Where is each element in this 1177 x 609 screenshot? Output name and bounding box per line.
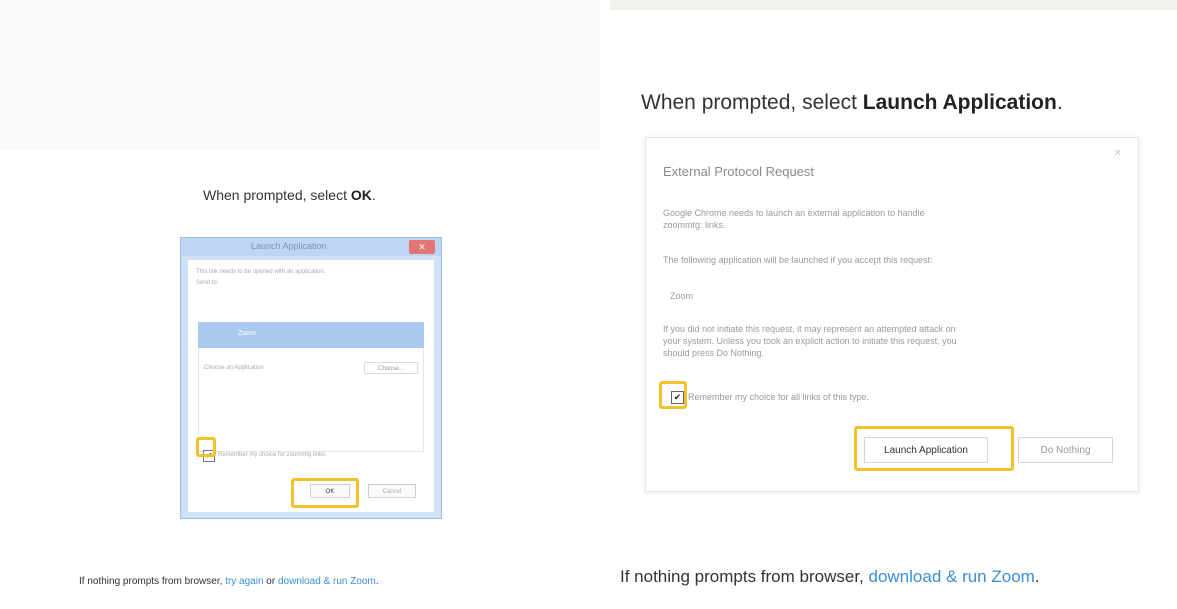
left-footer-or: or bbox=[263, 576, 278, 587]
ok-button-highlight bbox=[291, 478, 359, 508]
app-name: Zoom bbox=[670, 291, 694, 301]
choose-application-label: Choose an Application bbox=[204, 365, 264, 371]
close-icon[interactable]: ✕ bbox=[1114, 148, 1122, 159]
try-again-link[interactable]: try again bbox=[225, 576, 263, 587]
dialog-description: This link needs to be opened with an app… bbox=[196, 269, 326, 275]
do-nothing-button[interactable]: Do Nothing bbox=[1018, 437, 1113, 463]
right-download-link[interactable]: download & run Zoom bbox=[869, 567, 1035, 586]
left-instruction-bold: OK bbox=[350, 187, 372, 203]
left-instruction-suffix: . bbox=[371, 187, 376, 203]
warning-line-3: should press Do Nothing. bbox=[663, 348, 765, 358]
remember-label: Remember my choice for all links of this… bbox=[688, 392, 870, 402]
choose-button[interactable]: Choose... bbox=[364, 362, 418, 374]
dialog-line-2: zoommtg: links. bbox=[663, 220, 726, 230]
remember-checkbox-highlight bbox=[196, 437, 216, 457]
dialog-line-1: Google Chrome needs to launch an externa… bbox=[663, 208, 925, 218]
remember-checkbox-highlight bbox=[659, 381, 687, 409]
dialog-body: This link needs to be opened with an app… bbox=[188, 260, 434, 512]
close-icon[interactable]: ✕ bbox=[409, 240, 435, 254]
remember-label: Remember my choice for zoommtg links. bbox=[218, 452, 327, 458]
right-footer: If nothing prompts from browser, downloa… bbox=[620, 567, 1040, 587]
left-top-band bbox=[0, 0, 600, 150]
left-instruction: When prompted, select OK. bbox=[203, 187, 376, 203]
launch-application-dialog: Launch Application ✕ This link needs to … bbox=[180, 237, 442, 519]
dialog-titlebar: Launch Application ✕ bbox=[181, 238, 441, 256]
right-footer-end: . bbox=[1034, 567, 1040, 586]
right-instruction-bold: Launch Application bbox=[862, 91, 1057, 114]
app-name: Zoom bbox=[238, 330, 256, 337]
selected-application[interactable]: Zoom bbox=[198, 322, 424, 348]
left-instruction-text: When prompted, select bbox=[203, 187, 351, 203]
right-footer-text: If nothing prompts from browser, bbox=[620, 567, 869, 586]
dialog-line-3: The following application will be launch… bbox=[663, 255, 933, 265]
warning-line-2: your system. Unless you took an explicit… bbox=[663, 336, 957, 346]
left-download-link[interactable]: download & run Zoom bbox=[278, 576, 376, 587]
send-to-label: Send to: bbox=[196, 280, 219, 286]
left-footer: If nothing prompts from browser, try aga… bbox=[79, 576, 379, 587]
right-instruction: When prompted, select Launch Application… bbox=[641, 91, 1063, 115]
right-instruction-suffix: . bbox=[1056, 91, 1063, 114]
cancel-button[interactable]: Cancel bbox=[368, 484, 416, 498]
dialog-title: Launch Application bbox=[251, 241, 327, 251]
dialog-title: External Protocol Request bbox=[663, 164, 815, 179]
left-footer-end: . bbox=[375, 576, 379, 587]
warning-line-1: If you did not initiate this request, it… bbox=[663, 324, 956, 334]
launch-button-highlight bbox=[854, 426, 1014, 471]
right-instruction-text: When prompted, select bbox=[641, 91, 863, 114]
left-footer-text: If nothing prompts from browser, bbox=[79, 576, 226, 587]
right-top-band bbox=[610, 0, 1177, 10]
